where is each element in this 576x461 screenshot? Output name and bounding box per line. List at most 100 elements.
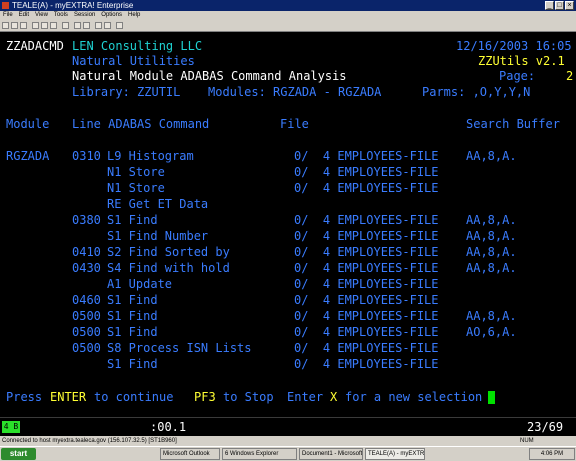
prompt-enter-label: Enter: [287, 390, 324, 404]
page-label: Page:: [499, 69, 536, 83]
settings-icon[interactable]: [104, 22, 111, 29]
row-cmd: L9 Histogram: [107, 149, 194, 163]
row-file: 0/ 4 EMPLOYEES-FILE: [294, 165, 439, 179]
prompt-new-selection: for a new selection: [345, 390, 483, 404]
terminal-screen[interactable]: ZZADACMD LEN Consulting LLC 12/16/2003 1…: [0, 32, 576, 417]
row-search: AA,8,A.: [466, 261, 517, 275]
parms-label: Parms: ,O,Y,Y,N: [422, 85, 531, 99]
disconnect-icon[interactable]: [83, 22, 90, 29]
num-lock-indicator: NUM: [520, 438, 534, 444]
minimize-icon[interactable]: _: [545, 1, 554, 10]
row-search: AA,8,A.: [466, 229, 517, 243]
prompt-pf3-key: PF3: [194, 390, 216, 404]
row-module: RGZADA: [6, 149, 50, 163]
row-cmd: N1 Store: [107, 165, 165, 179]
window-titlebar[interactable]: TEALE(A) - myEXTRA! Enterprise _ □ ×: [0, 0, 576, 11]
taskbar-clock: 4:06 PM: [529, 448, 575, 460]
app-icon[interactable]: [2, 2, 9, 9]
maximize-icon[interactable]: □: [555, 1, 564, 10]
response-time: :00.1: [150, 420, 187, 434]
toolbar: [0, 20, 576, 32]
row-search: AA,8,A.: [466, 245, 517, 259]
row-file: 0/ 4 EMPLOYEES-FILE: [294, 149, 439, 163]
date-time: 12/16/2003 16:05: [456, 39, 572, 53]
taskbar-item[interactable]: TEALE(A) - myEXTRA: [365, 448, 425, 460]
print-icon[interactable]: [62, 22, 69, 29]
row-cmd: S1 Find: [107, 357, 158, 371]
row-file: 0/ 4 EMPLOYEES-FILE: [294, 261, 439, 275]
row-search: AO,6,A.: [466, 325, 517, 339]
menu-session[interactable]: Session: [71, 11, 98, 20]
window-controls: _ □ ×: [545, 1, 574, 10]
taskbar-item[interactable]: Microsoft Outlook: [160, 448, 220, 460]
row-cmd: S1 Find: [107, 293, 158, 307]
prompt-press: Press: [6, 390, 43, 404]
menu-view[interactable]: View: [32, 11, 51, 20]
menu-options[interactable]: Options: [98, 11, 125, 20]
row-line: 0500: [72, 309, 101, 323]
row-file: 0/ 4 EMPLOYEES-FILE: [294, 341, 439, 355]
cut-icon[interactable]: [32, 22, 39, 29]
prompt-enter-key: ENTER: [50, 390, 87, 404]
new-session-icon[interactable]: [2, 22, 9, 29]
page-title: Natural Module ADABAS Command Analysis: [72, 69, 347, 83]
taskbar-item[interactable]: Document1 - Microsoft Word: [299, 448, 363, 460]
row-cmd: S2 Find Sorted by: [107, 245, 230, 259]
save-icon[interactable]: [20, 22, 27, 29]
taskbar-item[interactable]: 6 Windows Explorer: [222, 448, 297, 460]
connection-status: Connected to host myextra.tealeca.gov (1…: [2, 438, 177, 444]
prompt-stop: to Stop: [223, 390, 274, 404]
row-cmd: RE Get ET Data: [107, 197, 209, 211]
row-cmd: S8 Process ISN Lists: [107, 341, 252, 355]
modules-label: Modules: RGZADA - RGZADA: [208, 85, 382, 99]
library-label: Library: ZZUTIL: [72, 85, 181, 99]
row-cmd: S1 Find: [107, 309, 158, 323]
row-search: AA,8,A.: [466, 309, 517, 323]
session-indicator: 4 B: [2, 421, 20, 433]
subtitle: Natural Utilities: [72, 54, 195, 68]
taskbar: start Microsoft Outlook 6 Windows Explor…: [0, 446, 576, 461]
page-number: 2: [566, 69, 574, 83]
col-search: Search Buffer: [466, 117, 560, 131]
row-file: 0/ 4 EMPLOYEES-FILE: [294, 229, 439, 243]
connect-icon[interactable]: [74, 22, 81, 29]
row-search: AA,8,A.: [466, 149, 517, 163]
prompt-continue: to continue: [94, 390, 174, 404]
version: ZZUtils v2.1: [478, 54, 565, 68]
row-search: AA,8,A.: [466, 213, 517, 227]
row-file: 0/ 4 EMPLOYEES-FILE: [294, 293, 439, 307]
company-name: LEN Consulting LLC: [72, 39, 203, 53]
menu-help[interactable]: Help: [125, 11, 143, 20]
row-line: 0430: [72, 261, 101, 275]
row-line: 0500: [72, 325, 101, 339]
menu-edit[interactable]: Edit: [16, 11, 32, 20]
row-cmd: S1 Find Number: [107, 229, 209, 243]
row-file: 0/ 4 EMPLOYEES-FILE: [294, 277, 439, 291]
close-icon[interactable]: ×: [565, 1, 574, 10]
copy-icon[interactable]: [41, 22, 48, 29]
paste-icon[interactable]: [50, 22, 57, 29]
open-icon[interactable]: [11, 22, 18, 29]
start-button[interactable]: start: [1, 448, 36, 460]
row-line: 0380: [72, 213, 101, 227]
macro-icon[interactable]: [95, 22, 102, 29]
row-line: 0460: [72, 293, 101, 307]
row-cmd: N1 Store: [107, 181, 165, 195]
input-cursor[interactable]: [488, 391, 495, 404]
menu-tools[interactable]: Tools: [51, 11, 71, 20]
row-cmd: S1 Find: [107, 325, 158, 339]
row-line: 0410: [72, 245, 101, 259]
window-title: TEALE(A) - myEXTRA! Enterprise: [12, 1, 134, 10]
prompt-x-key: X: [330, 390, 338, 404]
row-cmd: S1 Find: [107, 213, 158, 227]
help-icon[interactable]: [116, 22, 123, 29]
row-file: 0/ 4 EMPLOYEES-FILE: [294, 309, 439, 323]
row-file: 0/ 4 EMPLOYEES-FILE: [294, 357, 439, 371]
cursor-position: 23/69: [527, 420, 564, 434]
row-file: 0/ 4 EMPLOYEES-FILE: [294, 245, 439, 259]
operator-info-area: 4 B :00.1 23/69: [0, 417, 576, 436]
menu-file[interactable]: File: [0, 11, 16, 20]
row-line: 0500: [72, 341, 101, 355]
row-file: 0/ 4 EMPLOYEES-FILE: [294, 213, 439, 227]
menu-bar: File Edit View Tools Session Options Hel…: [0, 11, 576, 20]
